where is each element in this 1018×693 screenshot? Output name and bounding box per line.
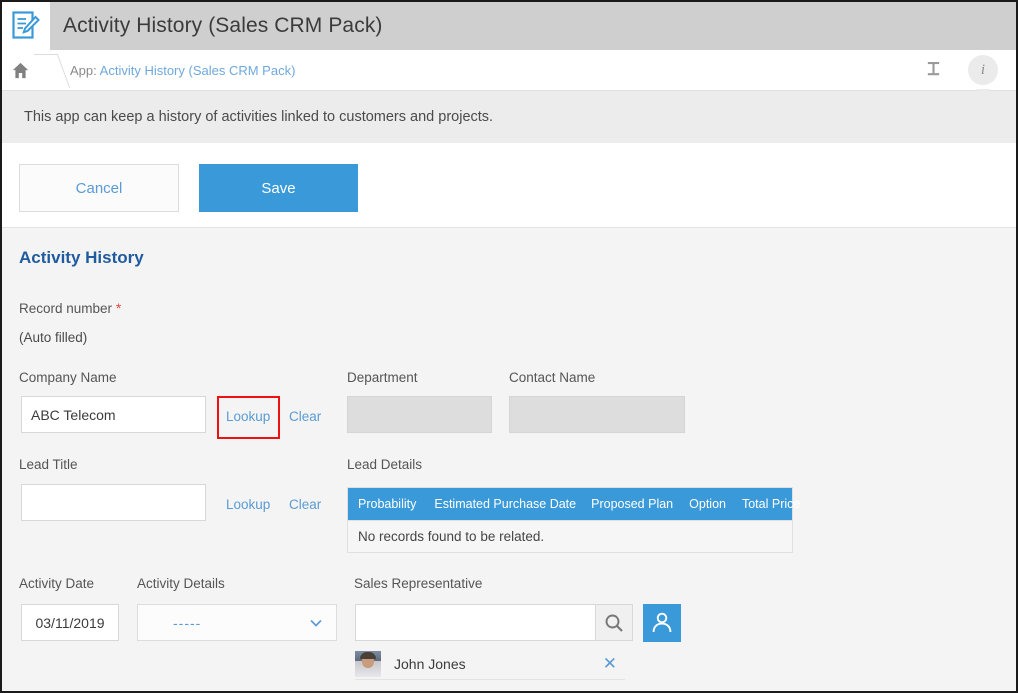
lead-title-label: Lead Title	[19, 457, 78, 472]
app-description-band: This app can keep a history of activitie…	[2, 91, 1016, 143]
sales-representative-selected-name: John Jones	[394, 655, 466, 672]
contact-name-input	[509, 396, 685, 433]
document-edit-icon	[12, 11, 40, 39]
breadcrumb-prefix: App:	[70, 62, 97, 78]
sales-representative-search-button[interactable]	[595, 604, 633, 641]
info-button[interactable]: i	[968, 55, 998, 96]
activity-details-label: Activity Details	[137, 576, 225, 591]
activity-date-label: Activity Date	[19, 576, 95, 591]
pin-icon	[927, 61, 939, 75]
lead-details-column-option: Option	[689, 497, 726, 511]
lead-details-empty-row: No records found to be related.	[348, 520, 792, 552]
record-number-label: Record number *	[19, 300, 121, 316]
lead-details-empty-message: No records found to be related.	[358, 529, 545, 544]
breadcrumb: App: Activity History (Sales CRM Pack) i	[2, 50, 1016, 96]
chevron-down-icon	[310, 619, 322, 627]
activity-date-input[interactable]	[21, 604, 119, 641]
info-icon: i	[980, 61, 986, 78]
department-label: Department	[347, 370, 418, 385]
breadcrumb-separator	[38, 50, 56, 91]
record-number-label-text: Record number	[19, 301, 113, 316]
company-name-lookup-link[interactable]: Lookup	[226, 409, 270, 424]
home-icon	[12, 62, 28, 78]
search-icon	[605, 614, 623, 632]
breadcrumb-actions: i	[918, 50, 1016, 96]
save-button[interactable]: Save	[199, 164, 358, 212]
company-name-label: Company Name	[19, 370, 117, 385]
lead-details-column-estimated-purchase-date: Estimated Purchase Date	[434, 497, 577, 511]
application-window: Activity History (Sales CRM Pack) App: A…	[0, 0, 1018, 693]
app-description-text: This app can keep a history of activitie…	[24, 109, 494, 125]
required-marker: *	[115, 300, 122, 316]
contact-name-label: Contact Name	[509, 370, 596, 385]
title-bar: Activity History (Sales CRM Pack)	[2, 2, 1016, 50]
lead-details-header-row: Probability Estimated Purchase Date Prop…	[348, 488, 800, 520]
pin-button[interactable]	[918, 55, 948, 85]
close-icon[interactable]: ✕	[603, 654, 617, 674]
lead-title-lookup-link[interactable]: Lookup	[226, 497, 270, 512]
activity-details-selected-value: -----	[173, 614, 202, 631]
department-input	[347, 396, 492, 433]
lead-details-label: Lead Details	[347, 457, 423, 472]
sales-representative-label: Sales Representative	[354, 576, 483, 591]
sales-representative-person-picker-button[interactable]	[643, 604, 681, 642]
lead-details-column-proposed-plan: Proposed Plan	[591, 497, 674, 511]
lead-title-input[interactable]	[21, 484, 206, 521]
record-number-value: (Auto filled)	[19, 330, 88, 345]
company-name-input[interactable]	[21, 396, 206, 433]
home-button[interactable]	[2, 50, 38, 91]
page-title: Activity History (Sales CRM Pack)	[63, 14, 383, 37]
lead-title-clear-link[interactable]: Clear	[289, 497, 321, 512]
app-icon	[2, 2, 50, 50]
sales-representative-selected-item: John Jones ✕	[355, 648, 625, 680]
sales-representative-search	[355, 604, 633, 641]
person-icon	[652, 612, 672, 633]
cancel-button[interactable]: Cancel	[19, 164, 179, 212]
form-section-title: Activity History	[19, 248, 144, 267]
breadcrumb-app-link[interactable]: Activity History (Sales CRM Pack)	[100, 63, 296, 78]
form-action-bar: Cancel Save	[2, 143, 1016, 228]
lead-details-table: Probability Estimated Purchase Date Prop…	[347, 487, 800, 553]
sales-representative-search-input[interactable]	[355, 604, 595, 641]
breadcrumb-app-label: App: Activity History (Sales CRM Pack)	[56, 63, 295, 78]
lead-details-column-total-price: Total Price	[741, 497, 801, 511]
activity-details-select[interactable]: -----	[137, 604, 337, 641]
avatar	[355, 650, 381, 677]
form-area: Activity History Record number * (Auto f…	[2, 228, 1016, 691]
company-name-clear-link[interactable]: Clear	[289, 409, 321, 424]
lead-details-column-probability: Probability	[358, 497, 417, 511]
